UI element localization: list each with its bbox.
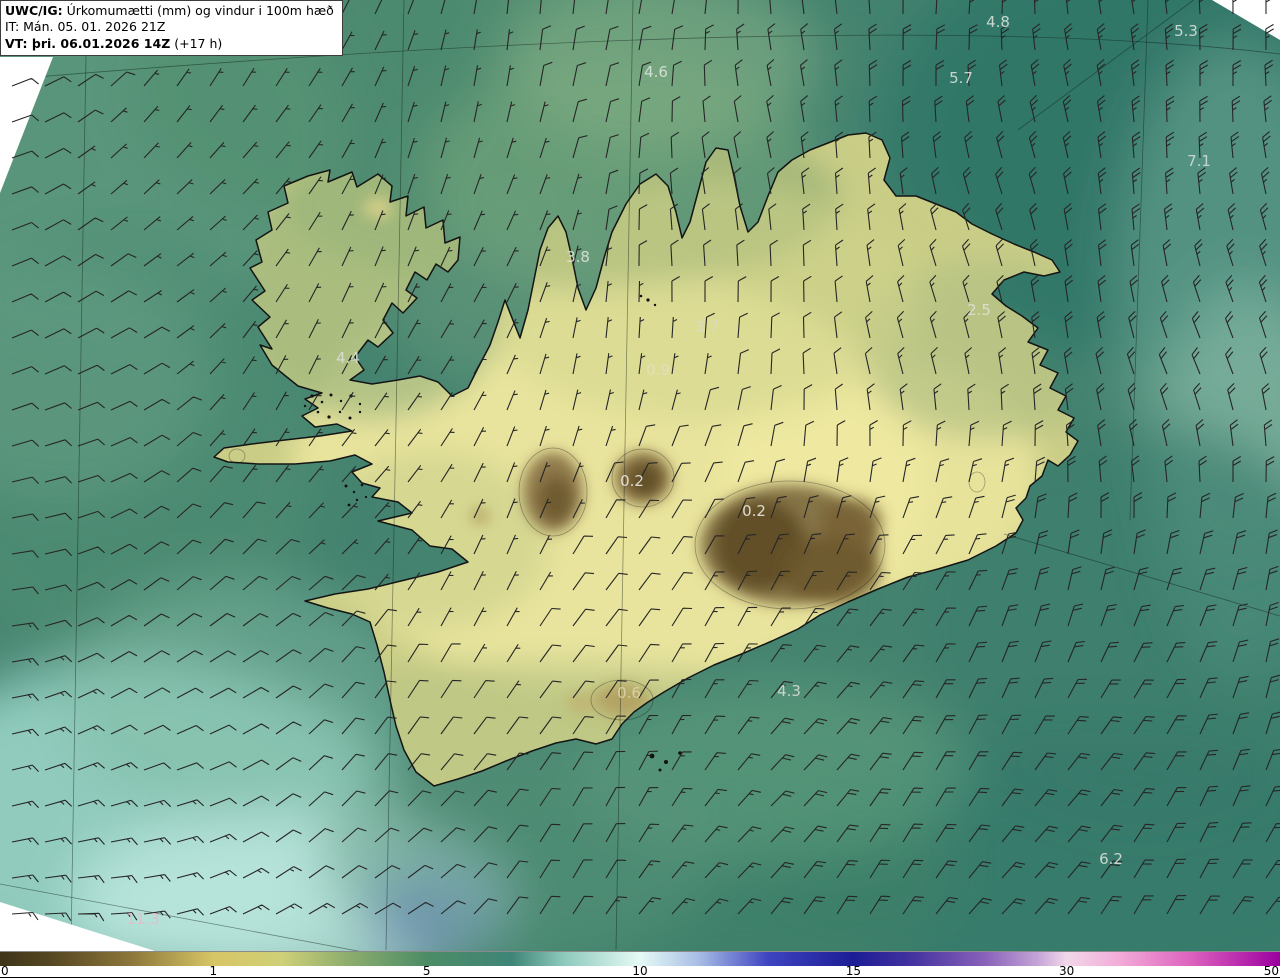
- precip-label: 7.1: [1187, 152, 1211, 170]
- precip-label: 6.2: [1099, 850, 1123, 868]
- lead-time: (+17 h): [170, 35, 223, 51]
- precip-label: 0.9: [646, 361, 670, 379]
- precip-label: 0.6: [617, 684, 641, 702]
- precip-label: 0.2: [742, 502, 766, 520]
- colorbar-tick-label: 15: [845, 964, 861, 978]
- title-box: UWC/IG: Úrkomumætti (mm) og vindur i 100…: [0, 0, 343, 56]
- valid-time: VT: þri. 06.01.2026 14Z: [5, 35, 171, 51]
- precip-label: 0.2: [620, 472, 644, 490]
- colorbar-tick-label: 10: [632, 964, 648, 978]
- precip-label: 3.7: [695, 318, 719, 336]
- weather-map-app: 4.8 5.3 4.6 5.7 7.1 3.8 2.5 3.7 0.9 4.4 0.2 0.2 0.6 4…: [0, 0, 1280, 978]
- precip-label: 4.3: [777, 682, 801, 700]
- precip-label: 4.4: [336, 349, 360, 367]
- precip-label: 2.5: [967, 301, 991, 319]
- colorbar-tick-label: 30: [1059, 964, 1075, 978]
- map-title: Úrkomumætti (mm) og vindur i 100m hæð: [62, 3, 334, 18]
- precip-label: 11.3: [126, 910, 159, 928]
- valid-time-line: VT: þri. 06.01.2026 14Z (+17 h): [5, 36, 334, 52]
- colorbar-tick-label: 1: [209, 964, 218, 978]
- colorbar-tick-label: 50: [1263, 964, 1279, 978]
- precip-label: 3.8: [566, 248, 590, 266]
- model-id: UWC/IG:: [5, 3, 63, 18]
- init-time: IT: Mán. 05. 01. 2026 21Z: [5, 19, 166, 35]
- precip-label: 5.7: [949, 69, 973, 87]
- precip-label: 4.6: [644, 63, 668, 81]
- map-title-line: UWC/IG: Úrkomumætti (mm) og vindur i 100…: [5, 3, 334, 19]
- map-canvas: 4.8 5.3 4.6 5.7 7.1 3.8 2.5 3.7 0.9 4.4 0.2 0.2 0.6 4…: [0, 0, 1280, 951]
- colorbar-tick-label: 5: [422, 964, 431, 978]
- precip-label: 5.3: [1174, 22, 1198, 40]
- colorbar-tick-label: 0: [1, 964, 9, 978]
- precip-label: 4.8: [986, 13, 1010, 31]
- colorbar-ticks: 0 1 5 10 15 30 50: [0, 964, 1280, 978]
